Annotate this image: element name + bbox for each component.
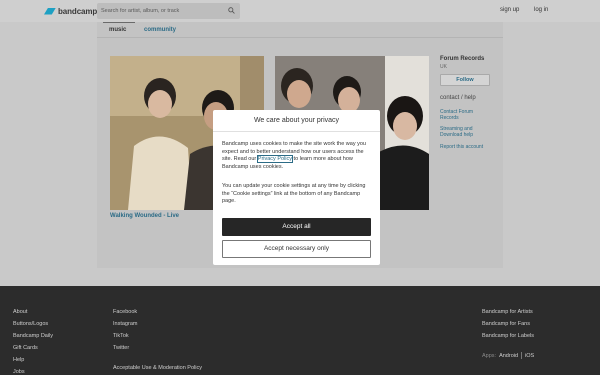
android-app-link[interactable]: Android (499, 353, 518, 359)
footer-link-acceptable-use[interactable]: Acceptable Use & Moderation Policy (113, 365, 202, 371)
dialog-title: We care about your privacy (213, 110, 380, 132)
bandcamp-logo[interactable]: bandcamp (44, 5, 97, 17)
cookie-consent-dialog: We care about your privacy Bandcamp uses… (213, 110, 380, 265)
search-icon[interactable] (228, 7, 235, 14)
apps-row: Apps: Android iOS (482, 352, 534, 359)
label-location: UK (440, 64, 447, 70)
label-name[interactable]: Forum Records (440, 56, 484, 62)
footer-link-bandcamp-daily[interactable]: Bandcamp Daily (13, 333, 53, 339)
contact-label-link[interactable]: Contact Forum Records (440, 109, 484, 121)
footer-link-for-labels[interactable]: Bandcamp for Labels (482, 333, 534, 339)
footer-link-tiktok[interactable]: TikTok (113, 333, 129, 339)
logo-text: bandcamp (58, 6, 98, 16)
privacy-policy-link[interactable]: Privacy Policy (256, 155, 294, 163)
footer-link-twitter[interactable]: Twitter (113, 345, 129, 351)
contact-help-heading: contact / help (440, 95, 476, 101)
footer-link-help[interactable]: Help (13, 357, 24, 363)
cookie-description: Bandcamp uses cookies to make the site w… (222, 141, 374, 171)
search-box (97, 3, 240, 19)
release-title-link[interactable]: Walking Wounded - Live (110, 213, 179, 219)
footer-link-for-fans[interactable]: Bandcamp for Fans (482, 321, 530, 327)
footer-link-for-artists[interactable]: Bandcamp for Artists (482, 309, 533, 315)
footer-link-about[interactable]: About (13, 309, 27, 315)
accept-all-button[interactable]: Accept all (222, 218, 371, 236)
search-input[interactable] (101, 3, 225, 19)
site-header: bandcamp sign up log in (0, 0, 600, 22)
tab-community[interactable]: community (144, 27, 176, 33)
footer-link-gift-cards[interactable]: Gift Cards (13, 345, 38, 351)
apps-divider (521, 352, 523, 359)
follow-button[interactable]: Follow (440, 74, 490, 86)
streaming-help-link[interactable]: Streaming and Download help (440, 126, 486, 138)
footer-link-buttons-logos[interactable]: Buttons/Logos (13, 321, 48, 327)
accept-necessary-button[interactable]: Accept necessary only (222, 240, 371, 258)
footer-link-instagram[interactable]: Instagram (113, 321, 137, 327)
sign-up-link[interactable]: sign up (500, 7, 519, 13)
report-account-link[interactable]: Report this account (440, 144, 483, 150)
site-footer: About Buttons/Logos Bandcamp Daily Gift … (0, 286, 600, 375)
bandcamp-logo-icon (44, 7, 56, 15)
footer-link-jobs[interactable]: Jobs (13, 369, 25, 375)
footer-link-facebook[interactable]: Facebook (113, 309, 137, 315)
cookie-settings-note: You can update your cookie settings at a… (222, 183, 366, 204)
apps-label: Apps: (482, 352, 497, 359)
log-in-link[interactable]: log in (534, 7, 548, 13)
active-tab-indicator (103, 22, 135, 23)
tab-music[interactable]: music (109, 27, 126, 33)
tab-bar: music community (97, 22, 503, 38)
ios-app-link[interactable]: iOS (525, 353, 534, 359)
